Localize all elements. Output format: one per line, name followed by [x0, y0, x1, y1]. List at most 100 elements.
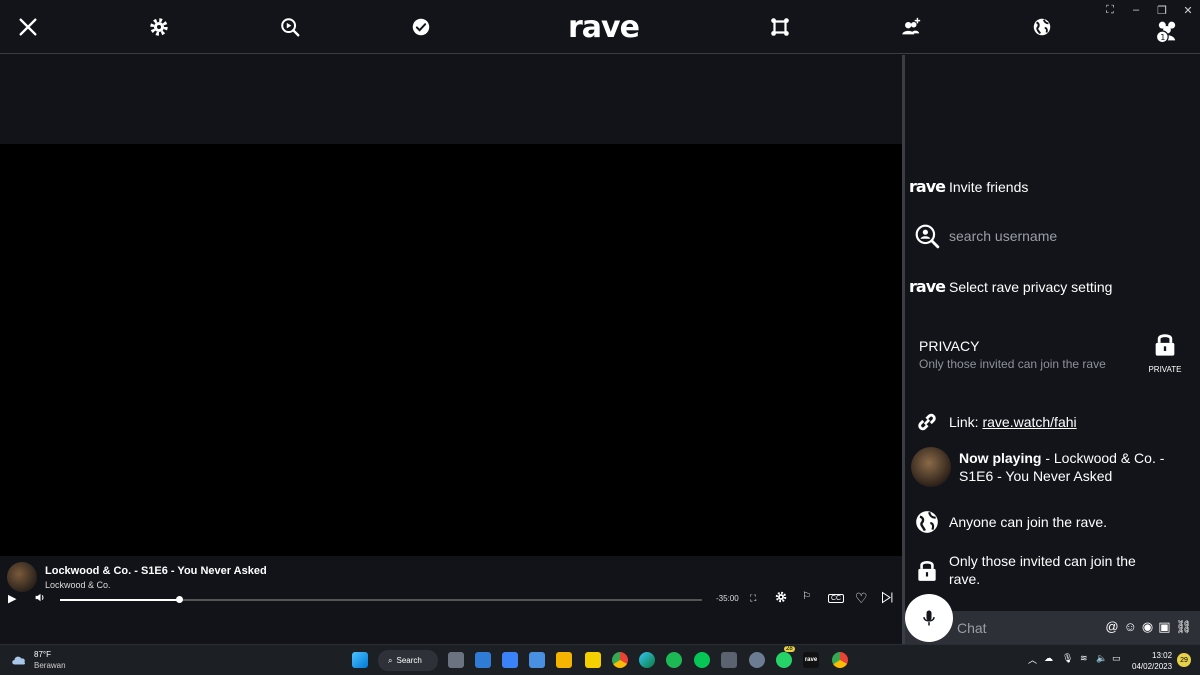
top-bar: rave 1 ⛶ – ❐ ✕: [0, 0, 1200, 54]
chat-actions: @ ☺ ◉ ▣ ⛓: [1105, 619, 1192, 635]
play-icon[interactable]: ▶: [8, 592, 16, 605]
cc-button[interactable]: CC: [828, 594, 845, 603]
window-restore-corners-icon[interactable]: ⛶: [1102, 4, 1118, 17]
whatsapp-icon[interactable]: 28: [776, 646, 795, 668]
check-icon[interactable]: [406, 12, 436, 42]
restore-icon[interactable]: ❐: [1154, 4, 1170, 17]
whatsapp-badge: 28: [784, 646, 795, 652]
weather-description: Berawan: [34, 661, 66, 670]
anyone-can-join-label: Anyone can join the rave.: [949, 514, 1107, 530]
invite-friends-row[interactable]: rave Invite friends: [905, 177, 1200, 196]
calculator-icon[interactable]: [721, 652, 737, 668]
cloud-icon: [12, 656, 26, 665]
episode-thumbnail: [7, 562, 37, 592]
anyone-can-join-option[interactable]: Anyone can join the rave.: [905, 509, 1200, 535]
window-close-icon[interactable]: ✕: [1180, 4, 1196, 17]
search-user-icon: [905, 223, 949, 249]
seek-bar[interactable]: [60, 596, 702, 603]
image-icon[interactable]: ▣: [1158, 619, 1170, 635]
onedrive-icon[interactable]: ☁: [1044, 653, 1053, 664]
chat-bar: @ ☺ ◉ ▣ ⛓: [905, 594, 1200, 644]
chrome-icon[interactable]: [612, 652, 628, 668]
now-playing-overlay: Lockwood & Co. - S1E6 - You Never Asked …: [7, 562, 267, 592]
clock-time: 13:02: [1152, 651, 1173, 660]
lock-icon: [1155, 334, 1175, 356]
privacy-setting-label: Select rave privacy setting: [949, 278, 1113, 295]
microphone-icon: [923, 610, 935, 626]
globe-icon[interactable]: [1027, 12, 1057, 42]
player-controls: ▶ -35:00 ⛶ ⚐ CC ♡: [0, 590, 902, 610]
lock-option-icon: [905, 557, 949, 583]
link-row: Link: rave.watch/fahi: [905, 409, 1200, 435]
emoji-icon[interactable]: ☺: [1124, 619, 1137, 635]
tray-chevron-icon[interactable]: ︿: [1028, 653, 1037, 666]
notification-badge[interactable]: 29: [1177, 653, 1191, 667]
settings-app-icon[interactable]: [749, 652, 765, 668]
chat-input[interactable]: [957, 619, 1097, 637]
calendar-icon[interactable]: [529, 652, 545, 668]
chrome-alt-icon[interactable]: [832, 652, 848, 668]
close-icon[interactable]: [13, 12, 43, 42]
video-area: Lockwood & Co. - S1E6 - You Never Asked …: [0, 55, 902, 644]
store-icon[interactable]: [475, 652, 491, 668]
invited-only-option[interactable]: Only those invited can join the rave.: [905, 552, 1200, 588]
private-toggle[interactable]: PRIVATE: [1145, 330, 1185, 374]
privacy-setting-row[interactable]: rave Select rave privacy setting: [905, 277, 1200, 296]
todo-icon[interactable]: [502, 652, 518, 668]
now-playing-label: Now playing: [959, 450, 1042, 466]
task-view-icon[interactable]: [448, 652, 464, 668]
video-player[interactable]: [0, 144, 902, 556]
translate-icon[interactable]: ⚐: [802, 591, 811, 602]
gif-icon[interactable]: ◉: [1142, 619, 1153, 635]
search-play-icon[interactable]: [275, 12, 305, 42]
start-icon[interactable]: [352, 652, 368, 668]
rave-app-icon[interactable]: rave: [803, 652, 819, 668]
clock-date: 04/02/2023: [1132, 662, 1173, 671]
privacy-description: Only those invited can join the rave: [919, 357, 1106, 371]
taskbar-clock[interactable]: 13:02 04/02/2023: [1132, 650, 1172, 672]
mention-icon[interactable]: @: [1105, 619, 1118, 635]
line-icon[interactable]: [694, 652, 710, 668]
search-username-input[interactable]: search username: [949, 228, 1057, 244]
seek-knob[interactable]: [175, 596, 183, 603]
volume-icon[interactable]: [34, 591, 47, 607]
add-user-icon[interactable]: [896, 12, 926, 42]
speaker-icon[interactable]: 🔈: [1096, 653, 1107, 664]
heart-icon[interactable]: ♡: [855, 590, 868, 607]
invite-friends-label: Invite friends: [949, 178, 1029, 195]
link-prefix: Link:: [949, 414, 983, 430]
search-label: Search: [396, 656, 422, 665]
taskbar-search[interactable]: ⌕ Search: [378, 650, 438, 671]
microphone-button[interactable]: [905, 594, 953, 642]
settings-icon[interactable]: [774, 590, 788, 607]
show-name: Lockwood & Co.: [45, 579, 111, 590]
privacy-title: PRIVACY: [919, 338, 980, 354]
globe-option-icon: [905, 509, 949, 535]
spotify-icon[interactable]: [666, 652, 682, 668]
fullscreen-player-icon[interactable]: ⛶: [750, 593, 756, 604]
rave-side-panel: rave Invite friends search username rave…: [905, 55, 1200, 644]
fullscreen-icon[interactable]: [765, 12, 795, 42]
minimize-icon[interactable]: –: [1128, 4, 1144, 16]
battery-icon[interactable]: ▭: [1112, 653, 1121, 664]
mic-tray-icon[interactable]: 🎙: [1062, 653, 1073, 664]
file-explorer-icon[interactable]: [556, 652, 572, 668]
windows-taskbar: 87°F Berawan ⌕ Search 28 rave ︿ ☁ 🎙 ≋ 🔈 …: [0, 644, 1200, 675]
edge-icon[interactable]: [639, 652, 655, 668]
search-username-row[interactable]: search username: [905, 223, 1200, 249]
link-share-icon[interactable]: ⛓: [1175, 619, 1192, 635]
rave-small-logo-2: rave: [909, 277, 946, 296]
skip-next-icon[interactable]: [880, 590, 895, 608]
sticky-notes-icon[interactable]: [585, 652, 601, 668]
search-icon: ⌕: [388, 655, 393, 665]
wifi-icon[interactable]: ≋: [1080, 653, 1088, 664]
gear-icon[interactable]: [144, 12, 174, 42]
weather-widget[interactable]: 87°F Berawan: [10, 650, 66, 670]
rave-link[interactable]: rave.watch/fahi: [982, 414, 1076, 430]
private-label: PRIVATE: [1148, 365, 1182, 374]
link-icon: [905, 409, 949, 435]
time-remaining: -35:00: [716, 594, 739, 603]
now-playing-row: Now playing - Lockwood & Co. - S1E6 - Yo…: [905, 447, 1200, 487]
rave-small-logo: rave: [909, 177, 946, 196]
users-icon[interactable]: 1: [1152, 16, 1182, 46]
